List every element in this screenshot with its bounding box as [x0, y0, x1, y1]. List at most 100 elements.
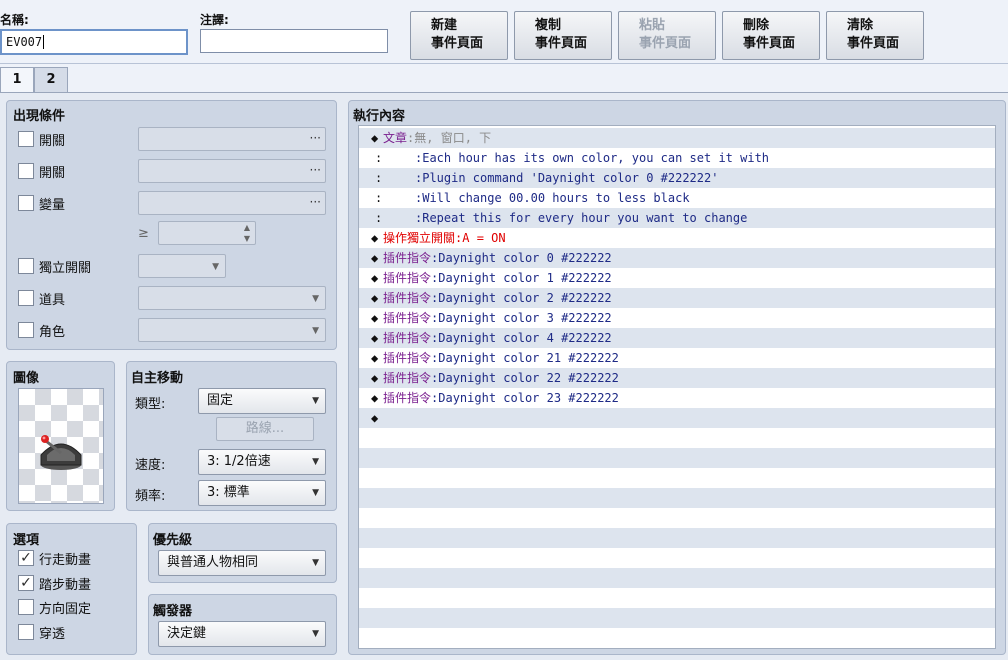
command-name: 插件指令 — [383, 271, 432, 285]
condition-item-select[interactable]: ▼ — [138, 286, 326, 310]
command-detail: 無, 窗口, 下 — [414, 131, 492, 145]
ellipsis-icon: ··· — [309, 163, 321, 177]
command-detail: Will change 00.00 hours to less black — [422, 191, 690, 205]
name-field[interactable]: EV007 — [0, 29, 188, 55]
tab-page-2[interactable]: 2 — [34, 67, 68, 93]
command-detail: Daynight color 23 #222222 — [438, 391, 619, 405]
option-through-checkbox[interactable] — [18, 623, 34, 640]
diamond-marker: ◆ — [371, 291, 379, 305]
command-row[interactable]: ◆ — [359, 408, 995, 428]
autonomous-title: 自主移動 — [131, 371, 184, 386]
condition-actor-checkbox[interactable] — [18, 322, 34, 338]
command-name: 插件指令 — [383, 311, 432, 325]
type-label: 類型: — [135, 397, 166, 412]
condition-self-switch-label: 獨立開關 — [39, 261, 92, 276]
image-preview[interactable] — [18, 388, 104, 504]
options-title: 選項 — [13, 533, 40, 548]
continuation-marker: : — [375, 191, 383, 205]
option-stepping-animation-checkbox[interactable]: ✓ — [18, 574, 34, 591]
frequency-label: 頻率: — [135, 489, 166, 504]
condition-switch-1-field[interactable]: ··· — [138, 127, 326, 151]
chevron-down-icon: ▼ — [312, 294, 319, 304]
empty-row — [359, 548, 995, 568]
diamond-marker: ◆ — [371, 231, 379, 245]
option-direction-fix-label: 方向固定 — [39, 602, 92, 617]
command-row[interactable]: ◆ 插件指令:Daynight color 4 #222222 — [359, 328, 995, 348]
trigger-select[interactable]: 決定鍵 ▼ — [158, 621, 326, 647]
route-button[interactable]: 路線... — [216, 417, 314, 441]
priority-value: 與普通人物相同 — [167, 555, 259, 570]
condition-actor-select[interactable]: ▼ — [138, 318, 326, 342]
continuation-marker: : — [375, 211, 383, 225]
condition-variable-field[interactable]: ··· — [138, 191, 326, 215]
command-detail: Daynight color 3 #222222 — [438, 311, 612, 325]
variable-value-spinner[interactable]: ▲ ▼ — [158, 221, 256, 245]
option-walking-animation-checkbox[interactable]: ✓ — [18, 550, 34, 566]
condition-item-label: 道具 — [39, 293, 66, 308]
command-name: 文章 — [383, 131, 408, 145]
condition-actor-label: 角色 — [39, 325, 66, 340]
command-row[interactable]: ◆ 文章:無, 窗口, 下 — [359, 128, 995, 148]
chevron-down-icon: ▼ — [312, 457, 319, 467]
button-line-1: 粘貼 — [639, 18, 666, 33]
button-line-1: 清除 — [847, 18, 874, 33]
priority-select[interactable]: 與普通人物相同 ▼ — [158, 550, 326, 576]
option-direction-fix-checkbox[interactable] — [18, 599, 34, 615]
condition-item-checkbox[interactable] — [18, 290, 34, 306]
paste-event-page-button[interactable]: 粘貼 事件頁面 — [618, 11, 716, 60]
command-row[interactable]: ◆ 插件指令:Daynight color 1 #222222 — [359, 268, 995, 288]
command-row[interactable]: ::Plugin command 'Daynight color 0 #2222… — [359, 168, 995, 188]
copy-event-page-button[interactable]: 複制 事件頁面 — [514, 11, 612, 60]
option-stepping-animation-label: 踏步動畫 — [39, 577, 92, 593]
command-row[interactable]: ◆ 操作獨立開關:A = ON — [359, 228, 995, 248]
note-field[interactable] — [200, 29, 388, 53]
type-select[interactable]: 固定 ▼ — [198, 388, 326, 414]
empty-row — [359, 568, 995, 588]
command-row[interactable]: ◆ 插件指令:Daynight color 0 #222222 — [359, 248, 995, 268]
text-caret — [43, 35, 45, 49]
new-event-page-button[interactable]: 新建 事件頁面 — [410, 11, 508, 60]
trigger-title: 觸發器 — [153, 604, 193, 619]
button-line-1: 刪除 — [743, 18, 770, 33]
option-walking-animation-label: 行走動畫 — [39, 553, 92, 568]
condition-switch-2-field[interactable]: ··· — [138, 159, 326, 183]
option-through-label: 穿透 — [39, 626, 66, 642]
command-row[interactable]: ◆ 插件指令:Daynight color 3 #222222 — [359, 308, 995, 328]
button-line-2: 事件頁面 — [535, 36, 588, 51]
speed-select[interactable]: 3: 1/2倍速 ▼ — [198, 449, 326, 475]
command-detail: Daynight color 2 #222222 — [438, 291, 612, 305]
delete-event-page-button[interactable]: 刪除 事件頁面 — [722, 11, 820, 60]
clear-event-page-button[interactable]: 清除 事件頁面 — [826, 11, 924, 60]
condition-variable-checkbox[interactable] — [18, 195, 34, 211]
name-value: EV007 — [6, 35, 43, 49]
frequency-select[interactable]: 3: 標準 ▼ — [198, 480, 326, 506]
command-row[interactable]: ◆ 插件指令:Daynight color 21 #222222 — [359, 348, 995, 368]
command-row[interactable]: ◆ 插件指令:Daynight color 23 #222222 — [359, 388, 995, 408]
diamond-marker: ◆ — [371, 251, 379, 265]
tab-page-1[interactable]: 1 — [0, 67, 34, 93]
diamond-marker: ◆ — [371, 131, 379, 145]
ellipsis-icon: ··· — [309, 195, 321, 209]
command-name: 插件指令 — [383, 351, 432, 365]
empty-row — [359, 608, 995, 628]
command-row[interactable]: ::Each hour has its own color, you can s… — [359, 148, 995, 168]
command-detail: A = ON — [462, 231, 506, 245]
type-value: 固定 — [207, 393, 234, 408]
condition-switch-2-checkbox[interactable] — [18, 163, 34, 179]
condition-variable-label: 變量 — [39, 198, 66, 213]
command-row[interactable]: ◆ 插件指令:Daynight color 22 #222222 — [359, 368, 995, 388]
command-detail: Daynight color 21 #222222 — [438, 351, 619, 365]
command-list[interactable]: ◆ 文章:無, 窗口, 下::Each hour has its own colo… — [358, 125, 996, 649]
lever-graphic — [40, 435, 82, 470]
command-row[interactable]: ::Repeat this for every hour you want to… — [359, 208, 995, 228]
command-detail: Each hour has its own color, you can set… — [422, 151, 770, 165]
condition-self-switch-select[interactable]: ▼ — [138, 254, 226, 278]
continuation-marker: : — [375, 171, 383, 185]
command-row[interactable]: ◆ 插件指令:Daynight color 2 #222222 — [359, 288, 995, 308]
empty-row — [359, 488, 995, 508]
command-name: 插件指令 — [383, 391, 432, 405]
condition-switch-1-checkbox[interactable] — [18, 131, 34, 147]
condition-self-switch-checkbox[interactable] — [18, 258, 34, 274]
command-row[interactable]: ::Will change 00.00 hours to less black — [359, 188, 995, 208]
empty-row — [359, 428, 995, 448]
